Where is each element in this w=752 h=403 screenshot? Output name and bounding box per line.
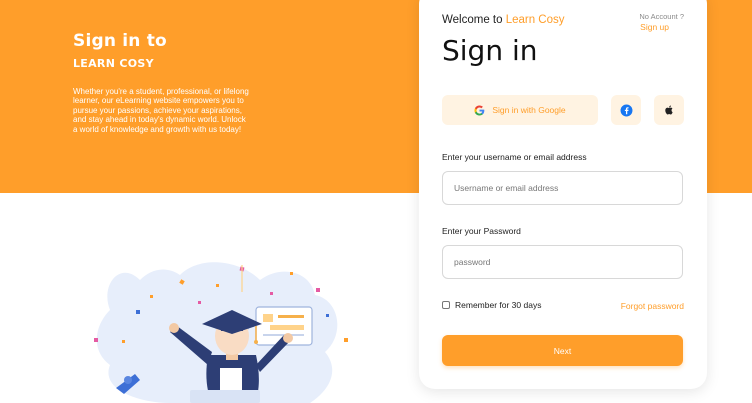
google-sign-in-label: Sign in with Google bbox=[492, 105, 566, 115]
apple-icon bbox=[664, 105, 673, 115]
remember-label: Remember for 30 days bbox=[455, 300, 542, 310]
password-label: Enter your Password bbox=[442, 226, 521, 236]
remember-checkbox[interactable] bbox=[442, 301, 450, 309]
username-label: Enter your username or email address bbox=[442, 152, 587, 162]
welcome-brand: Learn Cosy bbox=[505, 14, 565, 26]
sign-up-link[interactable]: Sign up bbox=[640, 22, 669, 32]
welcome-text: Welcome to Learn Cosy bbox=[442, 14, 565, 26]
apple-sign-in-button[interactable] bbox=[654, 95, 684, 125]
facebook-icon bbox=[620, 104, 632, 116]
page-title: Sign in bbox=[442, 34, 538, 67]
google-sign-in-button[interactable]: Sign in with Google bbox=[442, 95, 598, 125]
graduate-illustration bbox=[94, 262, 348, 403]
hero-description: Whether you're a student, professional, … bbox=[73, 87, 249, 134]
google-icon bbox=[474, 104, 485, 116]
next-button[interactable]: Next bbox=[442, 335, 683, 366]
password-input[interactable] bbox=[442, 245, 683, 279]
username-input[interactable] bbox=[442, 171, 683, 205]
remember-me[interactable]: Remember for 30 days bbox=[442, 300, 541, 310]
hero-title: Sign in to bbox=[73, 31, 167, 51]
welcome-prefix: Welcome to bbox=[442, 14, 506, 26]
no-account-label: No Account ? bbox=[639, 12, 684, 21]
hero-subtitle: LEARN COSY bbox=[73, 57, 154, 70]
sign-in-card: Welcome to Learn Cosy No Account ? Sign … bbox=[419, 0, 707, 389]
facebook-sign-in-button[interactable] bbox=[611, 95, 641, 125]
forgot-password-link[interactable]: Forgot password bbox=[621, 301, 684, 311]
